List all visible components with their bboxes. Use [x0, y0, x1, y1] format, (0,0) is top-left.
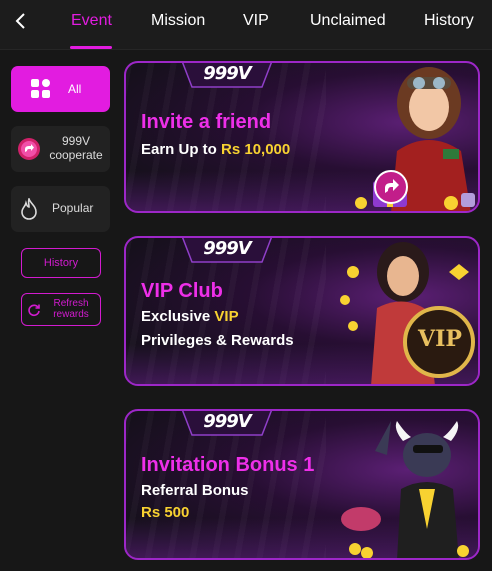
tab-history[interactable]: History — [424, 12, 474, 30]
vip-girl-illustration — [340, 242, 475, 384]
active-tab-indicator — [70, 46, 112, 49]
banner-subtitle: Earn Up to Rs 10,000 — [141, 141, 291, 158]
banner-subtitle: Exclusive VIP — [141, 308, 239, 325]
flame-icon — [21, 198, 37, 220]
grid-icon — [31, 79, 50, 98]
refresh-rewards-button[interactable]: Refresh rewards — [21, 293, 101, 326]
brand-logo: 999V — [182, 411, 272, 439]
banner-title: Invitation Bonus 1 — [141, 454, 315, 476]
top-nav: Event Mission VIP Unclaimed History — [0, 0, 492, 50]
brand-logo-text: 999V — [203, 238, 252, 259]
tab-mission[interactable]: Mission — [151, 12, 205, 30]
aviator-girl-illustration — [355, 67, 475, 211]
category-all[interactable]: All — [11, 66, 110, 112]
tab-unclaimed[interactable]: Unclaimed — [310, 12, 386, 30]
banner-title: VIP Club — [141, 280, 223, 302]
tab-vip[interactable]: VIP — [243, 12, 269, 30]
history-button[interactable]: History — [21, 248, 101, 278]
bonus-amount: Rs 500 — [141, 504, 190, 521]
category-999v-cooperate[interactable]: 999V cooperate — [11, 126, 110, 172]
banner-invitation-bonus[interactable]: 999V Invitation Bonus 1 Referral Bonus R… — [124, 409, 480, 560]
tab-event[interactable]: Event — [71, 12, 112, 30]
bull-mascot-illustration — [341, 421, 469, 558]
chevron-left-icon — [15, 13, 25, 29]
category-popular-label: Popular — [52, 201, 94, 215]
category-popular[interactable]: Popular — [11, 186, 110, 232]
brand-logo-text: 999V — [203, 411, 252, 432]
brand-logo: 999V — [182, 63, 272, 91]
banner-subtitle-line-2: Privileges & Rewards — [141, 332, 294, 349]
refresh-icon — [28, 304, 40, 317]
category-all-label: All — [68, 82, 82, 96]
brand-logo: 999V — [182, 238, 272, 266]
share-arrow-icon — [18, 138, 40, 160]
vip-highlight: VIP — [214, 308, 239, 325]
brand-logo-text: 999V — [203, 63, 252, 84]
vip-badge-text: VIP — [418, 326, 462, 352]
banner-title: Invite a friend — [141, 111, 272, 133]
banner-subtitle: Referral Bonus — [141, 482, 249, 499]
history-button-label: History — [43, 257, 79, 269]
reward-amount: Rs 10,000 — [221, 141, 291, 158]
banner-invite-friend[interactable]: 999V Invite a friend Earn Up to Rs 10,00… — [124, 61, 480, 213]
back-button[interactable] — [6, 6, 36, 36]
banner-vip-club[interactable]: 999V VIP Club Exclusive VIP Privileges &… — [124, 236, 480, 386]
refresh-rewards-label: Refresh rewards — [53, 298, 89, 320]
category-999v-cooperate-label: 999V cooperate — [49, 134, 103, 162]
